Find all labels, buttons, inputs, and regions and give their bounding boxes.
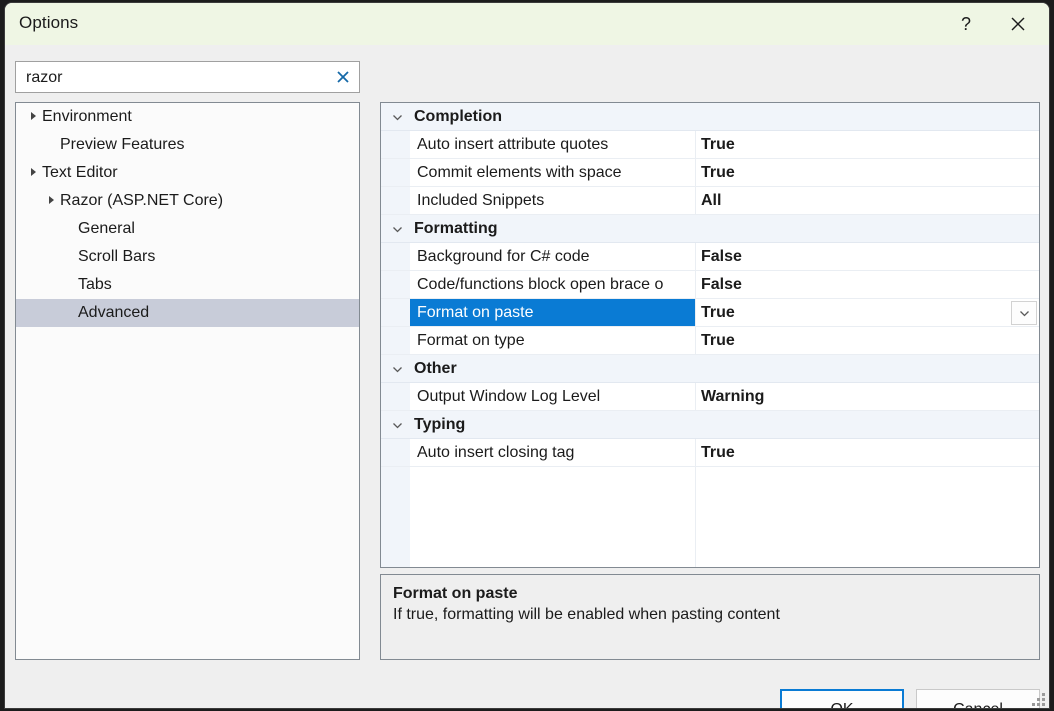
dialog-body: Environment Preview Features Text Editor Ra… <box>5 45 1049 708</box>
tree-item-scroll-bars[interactable]: Scroll Bars <box>16 243 359 271</box>
options-dialog: Options ? razor Environment Preview Feat… <box>4 2 1050 709</box>
clear-search-button[interactable] <box>331 65 355 89</box>
options-category-tree[interactable]: Environment Preview Features Text Editor Ra… <box>15 102 360 660</box>
grid-group-label: Formatting <box>414 220 498 237</box>
tree-item-label: Advanced <box>78 304 150 321</box>
cancel-button[interactable]: Cancel <box>916 689 1040 708</box>
search-box[interactable] <box>15 61 360 94</box>
tree-item-label: Text Editor <box>42 164 118 181</box>
grid-row-label[interactable]: Auto insert closing tag <box>410 439 695 466</box>
grid-row-value[interactable]: True <box>696 131 1038 158</box>
grid-row-auto-insert-attribute-quotes[interactable]: Auto insert attribute quotes True <box>381 131 1039 159</box>
grid-row-label[interactable]: Format on paste <box>410 299 695 326</box>
resize-grip[interactable] <box>1031 692 1045 706</box>
collapse-triangle-icon[interactable] <box>42 195 60 207</box>
ok-button[interactable]: OK <box>780 689 904 708</box>
grid-row-label[interactable]: Format on type <box>410 327 695 354</box>
tree-item-tabs[interactable]: Tabs <box>16 271 359 299</box>
grid-row-label[interactable]: Output Window Log Level <box>410 383 695 410</box>
tree-item-general[interactable]: General <box>16 215 359 243</box>
description-title: Format on paste <box>393 585 518 602</box>
chevron-down-icon[interactable] <box>390 411 404 439</box>
tree-item-label: Scroll Bars <box>78 248 156 265</box>
grid-row-label[interactable]: Commit elements with space <box>410 159 695 186</box>
grid-row-value[interactable]: True <box>696 439 1038 466</box>
grid-row-commit-elements-with-space[interactable]: Commit elements with space True <box>381 159 1039 187</box>
tree-item-label: General <box>78 220 135 237</box>
grid-row-output-window-log-level[interactable]: Output Window Log Level Warning <box>381 383 1039 411</box>
grid-row-background-for-c-code[interactable]: Background for C# code False <box>381 243 1039 271</box>
grid-row-value[interactable]: False <box>696 243 1038 270</box>
triangle-glyph <box>30 111 36 120</box>
chevron-down-icon[interactable] <box>390 355 404 383</box>
grid-row-label[interactable]: Code/functions block open brace o <box>410 271 695 298</box>
options-grid[interactable]: Completion Auto insert attribute quotes Tr… <box>380 102 1040 568</box>
clear-icon <box>337 71 349 83</box>
collapse-triangle-icon[interactable] <box>24 111 42 123</box>
close-icon <box>1011 17 1025 31</box>
tree-item-razor-asp-net-core[interactable]: Razor (ASP.NET Core) <box>16 187 359 215</box>
grid-group-label: Other <box>414 360 457 377</box>
dialog-title: Options <box>19 13 79 32</box>
grid-group-header-typing[interactable]: Typing <box>381 411 1039 439</box>
dialog-titlebar: Options ? <box>5 3 1049 45</box>
help-button[interactable]: ? <box>943 3 989 45</box>
screenshot-root: Options ? razor Environment Preview Feat… <box>0 0 1054 711</box>
description-text: If true, formatting will be enabled when… <box>393 606 780 623</box>
grid-row-value[interactable]: True <box>696 327 1038 354</box>
grid-row-label[interactable]: Background for C# code <box>410 243 695 270</box>
grid-group-header-formatting[interactable]: Formatting <box>381 215 1039 243</box>
grid-row-value[interactable]: True <box>696 299 1038 326</box>
grid-row-label[interactable]: Included Snippets <box>410 187 695 214</box>
triangle-glyph <box>30 167 36 176</box>
grid-group-label: Completion <box>414 108 502 125</box>
grid-group-label: Typing <box>414 416 466 433</box>
grid-row-value[interactable]: True <box>696 159 1038 186</box>
tree-item-advanced[interactable]: Advanced <box>16 299 359 327</box>
grid-row-value[interactable]: All <box>696 187 1038 214</box>
grid-row-included-snippets[interactable]: Included Snippets All <box>381 187 1039 215</box>
close-button[interactable] <box>995 3 1041 45</box>
collapse-triangle-icon[interactable] <box>24 167 42 179</box>
grid-row-code-functions-block-open-brace-o[interactable]: Code/functions block open brace o False <box>381 271 1039 299</box>
question-mark-icon: ? <box>960 13 971 34</box>
tree-item-label: Preview Features <box>60 136 185 153</box>
grid-row-auto-insert-closing-tag[interactable]: Auto insert closing tag True <box>381 439 1039 467</box>
grid-row-value[interactable]: False <box>696 271 1038 298</box>
value-dropdown-button[interactable] <box>1011 301 1037 325</box>
chevron-down-icon[interactable] <box>390 215 404 243</box>
triangle-glyph <box>48 195 54 204</box>
grid-row-format-on-type[interactable]: Format on type True <box>381 327 1039 355</box>
description-panel: Format on paste If true, formatting will… <box>380 574 1040 660</box>
tree-item-label: Razor (ASP.NET Core) <box>60 192 224 209</box>
grid-group-header-completion[interactable]: Completion <box>381 103 1039 131</box>
grid-row-value[interactable]: Warning <box>696 383 1038 410</box>
grid-row-label[interactable]: Auto insert attribute quotes <box>410 131 695 158</box>
tree-item-environment[interactable]: Environment <box>16 103 359 131</box>
grid-row-format-on-paste[interactable]: Format on paste True <box>381 299 1039 327</box>
search-input[interactable] <box>24 62 318 94</box>
tree-item-text-editor[interactable]: Text Editor <box>16 159 359 187</box>
tree-item-label: Environment <box>42 108 132 125</box>
tree-item-label: Tabs <box>78 276 112 293</box>
tree-item-preview-features[interactable]: Preview Features <box>16 131 359 159</box>
grid-group-header-other[interactable]: Other <box>381 355 1039 383</box>
chevron-down-icon[interactable] <box>390 103 404 131</box>
